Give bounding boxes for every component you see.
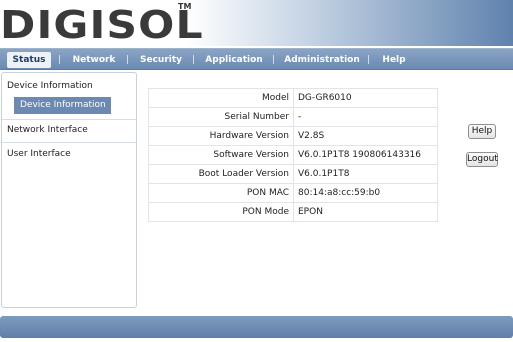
nav-separator: | bbox=[272, 55, 276, 65]
nav-separator: | bbox=[367, 55, 371, 65]
table-row: PON MAC 80:14:a8:cc:59:b0 bbox=[148, 183, 438, 203]
help-button[interactable]: Help bbox=[468, 124, 496, 139]
sidebar-section-device-information[interactable]: Device Information bbox=[7, 81, 93, 91]
sidebar-divider bbox=[2, 119, 136, 120]
device-info-table: Model DG-GR6010 Serial Number - Hardware… bbox=[148, 88, 438, 222]
brand-logo: DIGISOL bbox=[0, 6, 203, 44]
table-row: Model DG-GR6010 bbox=[148, 88, 438, 108]
nav-separator: | bbox=[126, 55, 130, 65]
row-value: DG-GR6010 bbox=[293, 88, 438, 108]
table-row: Serial Number - bbox=[148, 107, 438, 127]
row-value: V6.0.1P1T8 bbox=[293, 164, 438, 184]
row-value: V2.8S bbox=[293, 126, 438, 146]
row-value: - bbox=[293, 107, 438, 127]
sidebar-item-user-interface[interactable]: User Interface bbox=[7, 149, 71, 159]
table-row: Boot Loader Version V6.0.1P1T8 bbox=[148, 164, 438, 184]
row-value: 80:14:a8:cc:59:b0 bbox=[293, 183, 438, 203]
row-label: Serial Number bbox=[148, 107, 294, 127]
row-label: Boot Loader Version bbox=[148, 164, 294, 184]
nav-separator: | bbox=[58, 55, 62, 65]
row-label: Model bbox=[148, 88, 294, 108]
header: DIGISOL TM bbox=[0, 0, 513, 48]
logo-text: DIGISOL bbox=[0, 3, 204, 47]
nav-separator: | bbox=[192, 55, 196, 65]
header-gradient bbox=[186, 0, 513, 46]
row-value: V6.0.1P1T8 190806143316 bbox=[293, 145, 438, 165]
trademark-mark: TM bbox=[178, 2, 192, 11]
row-label: PON MAC bbox=[148, 183, 294, 203]
sidebar-item-network-interface[interactable]: Network Interface bbox=[7, 125, 88, 135]
row-label: Software Version bbox=[148, 145, 294, 165]
tab-application[interactable]: Application bbox=[204, 52, 264, 68]
row-label: Hardware Version bbox=[148, 126, 294, 146]
tab-administration[interactable]: Administration bbox=[284, 52, 360, 68]
table-row: Software Version V6.0.1P1T8 190806143316 bbox=[148, 145, 438, 165]
tab-status[interactable]: Status bbox=[7, 52, 51, 68]
tab-network[interactable]: Network bbox=[70, 52, 118, 68]
table-row: PON Mode EPON bbox=[148, 202, 438, 222]
table-row: Hardware Version V2.8S bbox=[148, 126, 438, 146]
row-value: EPON bbox=[293, 202, 438, 222]
logout-button[interactable]: Logout bbox=[466, 152, 498, 167]
tab-help[interactable]: Help bbox=[380, 52, 408, 68]
main-nav: Status | Network | Security | Applicatio… bbox=[0, 48, 513, 70]
sidebar-divider bbox=[2, 142, 136, 143]
footer-bar bbox=[0, 316, 513, 338]
row-label: PON Mode bbox=[148, 202, 294, 222]
sidebar-item-device-information[interactable]: Device Information bbox=[14, 97, 111, 114]
sidebar: Device Information Device Information Ne… bbox=[1, 72, 137, 308]
tab-security[interactable]: Security bbox=[138, 52, 184, 68]
